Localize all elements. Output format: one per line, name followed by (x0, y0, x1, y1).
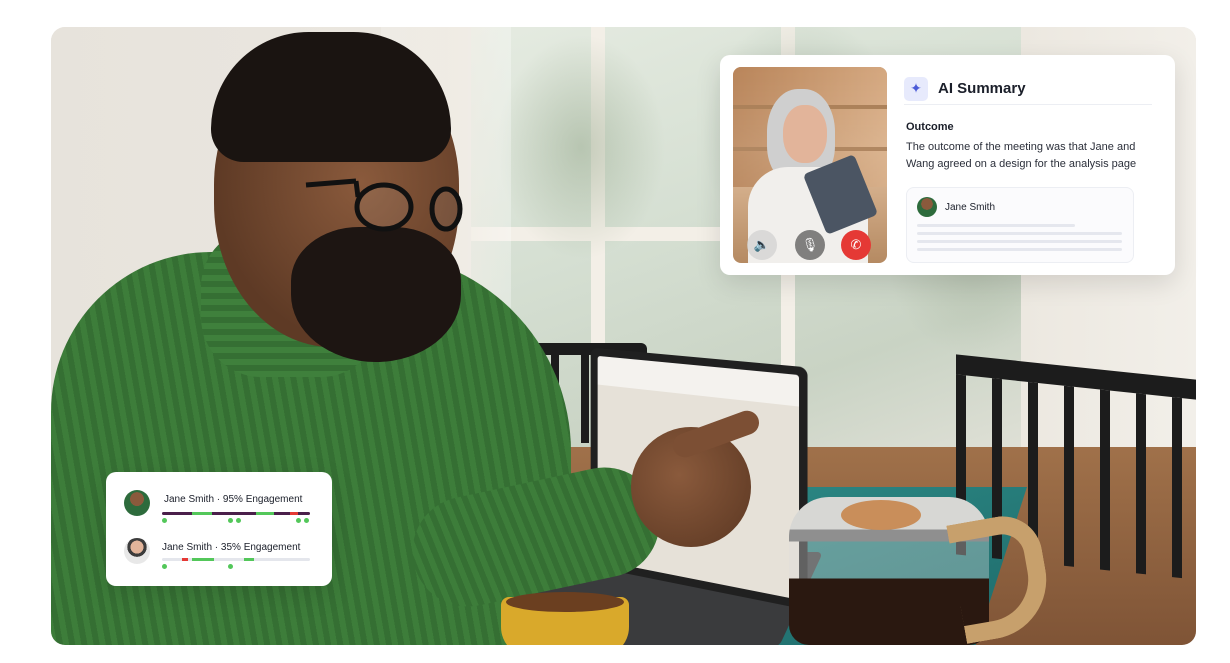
ai-summary-header: ✦ AI Summary (904, 73, 1152, 105)
engagement-label: Jane Smith · 35% Engagement (162, 542, 301, 553)
outcome-label: Outcome (906, 121, 954, 133)
engagement-marker (162, 518, 167, 523)
video-call-tile: 🔈 🎙 ✆ (733, 67, 887, 263)
avatar (124, 538, 150, 564)
engagement-marker (162, 564, 167, 569)
engagement-marker (304, 518, 309, 523)
engagement-marker (228, 518, 233, 523)
outcome-text: The outcome of the meeting was that Jane… (906, 141, 1137, 170)
engagement-label: Jane Smith · 95% Engagement (164, 494, 303, 505)
engagement-row: Jane Smith · 95% Engagement (124, 490, 314, 526)
ai-summary-card: 🔈 🎙 ✆ ✦ AI Summary Outcome The outcome o… (720, 55, 1175, 275)
person-beard (291, 227, 461, 362)
engagement-bar (162, 512, 310, 515)
transcript-line (917, 224, 1075, 227)
magic-wand-icon: ✦ (904, 76, 928, 101)
engagement-bar (162, 558, 310, 561)
transcript-speaker-name: Jane Smith (945, 202, 996, 213)
engagement-marker (296, 518, 301, 523)
engagement-row: Jane Smith · 35% Engagement (124, 538, 314, 574)
transcript-snippet: Jane Smith (906, 187, 1134, 263)
avatar (917, 197, 937, 217)
transcript-line (917, 248, 1122, 251)
transcript-line (917, 232, 1122, 235)
transcript-line (917, 240, 1122, 243)
speaker-icon[interactable]: 🔈 (747, 230, 777, 260)
engagement-card: Jane Smith · 95% Engagement Jane Smith ·… (106, 472, 332, 586)
phone-hangup-icon[interactable]: ✆ (841, 230, 871, 260)
coffee-mug-top (506, 592, 624, 612)
coffee-carafe-lid (841, 500, 921, 530)
avatar (124, 490, 150, 516)
glasses-icon (305, 178, 463, 232)
engagement-marker (228, 564, 233, 569)
microphone-icon[interactable]: 🎙 (795, 230, 825, 260)
ai-summary-title: AI Summary (938, 80, 1026, 97)
engagement-marker (236, 518, 241, 523)
